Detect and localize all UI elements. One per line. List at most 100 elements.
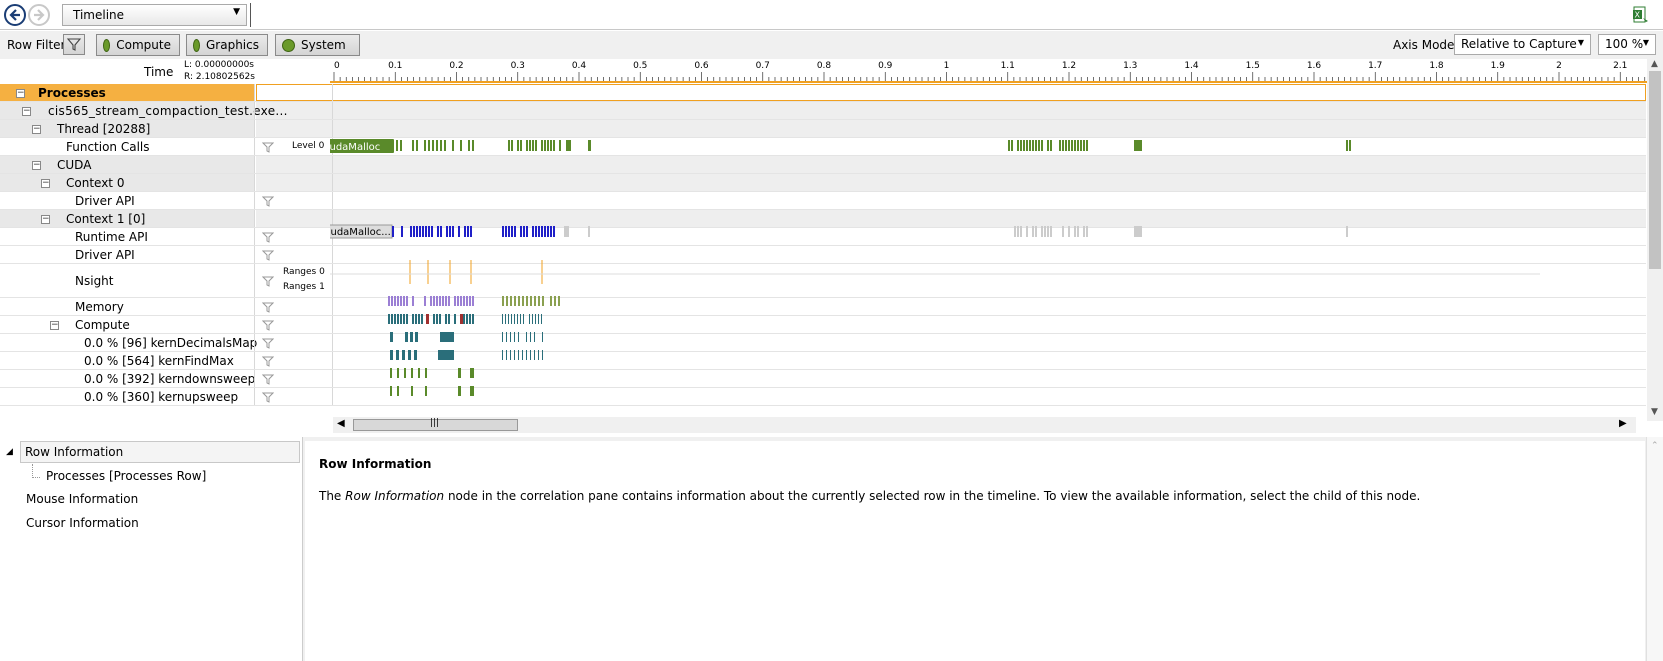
scroll-left-icon[interactable]: ◀ [337,418,345,429]
activity-bar [1068,226,1070,237]
view-select[interactable]: Timeline ▼ [62,4,247,26]
activity-bar [526,332,527,342]
scroll-down-icon[interactable]: ▼ [1651,407,1658,417]
row-funnel-icon[interactable] [261,250,275,261]
zoom-select[interactable]: 100 % ▼ [1598,34,1656,55]
row-funnel-icon[interactable] [261,142,275,153]
activity-bar [388,314,390,324]
activity-bar [535,140,537,151]
activity-bar [502,350,503,360]
ruler-tick-label: 1.4 [1184,61,1199,71]
row-funnel-icon[interactable] [261,356,275,367]
activity-bar [538,296,540,306]
row-label: Processes [38,85,106,100]
ruler-tick-label: 0.9 [878,61,893,71]
level-label: Level 0 [292,141,325,151]
activity-bar [413,226,415,237]
row-funnel-icon[interactable] [261,338,275,349]
activity-bar [401,226,403,237]
collapse-toggle-icon[interactable]: − [41,214,50,224]
activity-bar [1035,140,1037,151]
scroll-up-icon[interactable]: ⌃ [1651,441,1659,451]
activity-bar [538,350,539,360]
activity-bar [502,296,504,306]
vertical-scrollbar-thumb[interactable] [1649,71,1661,269]
activity-bar [426,314,429,324]
info-vertical-scrollbar[interactable]: ⌃ [1646,437,1663,661]
compute-filter-button[interactable]: Compute [96,34,180,56]
scroll-up-icon[interactable]: ▲ [1651,59,1658,69]
activity-bar [508,314,509,324]
horizontal-scrollbar[interactable]: ||| ◀ ▶ [333,417,1636,433]
row-funnel-icon[interactable] [261,320,275,331]
scroll-right-icon[interactable]: ▶ [1619,418,1627,429]
collapse-toggle-icon[interactable]: − [32,124,41,134]
info-text-pre: The [319,489,346,503]
time-ruler[interactable]: 0 0.1 0.2 0.3 0.4 0.5 0.6 0.7 0.8 0.9 1 1.1 1.2 1.3 1.… [330,58,1648,84]
system-filter-button[interactable]: System [275,34,360,56]
collapse-toggle-icon[interactable]: − [22,106,31,116]
row-funnel-icon[interactable] [261,302,275,313]
activity-bar [400,296,402,306]
graphics-filter-button[interactable]: Graphics [186,34,268,56]
tree-item-cursor-information[interactable]: Cursor Information [26,516,139,530]
back-arrow-icon[interactable] [4,4,26,26]
activity-bar [535,226,537,237]
activity-bar [510,296,512,306]
activity-bar [1077,140,1079,151]
activity-bar [402,350,405,360]
activity-bar [532,226,534,237]
row-label: Context 0 [66,175,125,190]
activity-bar [448,296,450,306]
activity-bar [1011,140,1013,151]
row-funnel-icon[interactable] [261,276,275,287]
activity-bar [458,386,461,396]
column-divider [254,102,255,119]
horizontal-scrollbar-thumb[interactable]: ||| [353,418,518,431]
activity-bar [470,386,474,396]
row-funnel-icon[interactable] [261,392,275,403]
activity-bar [472,296,474,306]
activity-bar [522,350,523,360]
column-divider [254,388,255,405]
collapse-toggle-icon[interactable]: − [16,88,25,98]
row-funnel-icon[interactable] [261,196,275,207]
ruler-tick-label: 0.3 [511,61,525,71]
ruler-tick-label: 0.8 [817,61,832,71]
activity-bar [538,314,539,324]
collapse-toggle-icon[interactable]: − [41,178,50,188]
activity-bar [553,140,555,151]
vertical-scrollbar[interactable]: ▲ ▼ [1647,59,1663,421]
expand-triangle-icon[interactable]: ◢ [6,447,13,457]
row-funnel-icon[interactable] [261,374,275,385]
ruler-tick-label: 1.1 [1001,61,1015,71]
activity-bar [502,226,504,237]
activity-bar [416,226,418,237]
excel-export-icon[interactable]: X [1632,6,1650,24]
forward-arrow-icon[interactable] [28,4,50,26]
tree-item-processes[interactable]: Processes [Processes Row] [46,469,206,483]
collapse-toggle-icon[interactable]: − [32,160,41,170]
activity-bar [472,314,474,324]
activity-bar [444,140,446,151]
activity-bar [564,226,569,237]
collapse-toggle-icon[interactable]: − [50,320,59,330]
tree-item-mouse-information[interactable]: Mouse Information [26,492,138,506]
timeline-canvas[interactable]: cudaMalloc cudaMalloc... [330,84,1648,417]
column-divider [254,352,255,369]
column-divider [254,120,255,137]
column-divider [254,316,255,333]
cuda-malloc-label: cudaMalloc... [330,227,391,238]
activity-bar [391,296,393,306]
activity-bar [1032,226,1034,237]
activity-bar [472,140,474,151]
activity-bar [520,314,521,324]
activity-bar [457,296,459,306]
activity-bar [454,314,456,324]
filter-funnel-button[interactable] [63,34,85,55]
axis-mode-select[interactable]: Relative to Capture ▼ [1454,34,1591,55]
activity-bar [534,332,535,342]
activity-bar [529,314,530,324]
tree-item-row-information[interactable]: Row Information [20,441,300,463]
row-funnel-icon[interactable] [261,232,275,243]
